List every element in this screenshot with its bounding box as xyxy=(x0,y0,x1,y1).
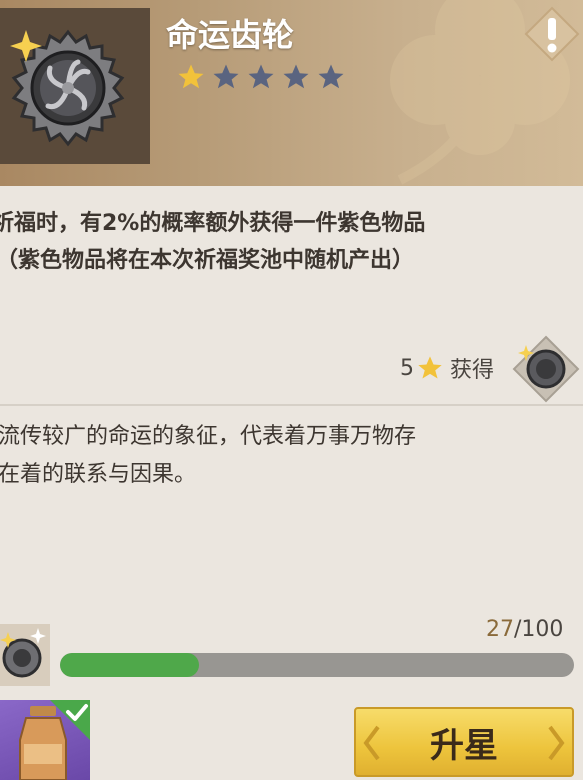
star-filled-icon xyxy=(178,64,204,89)
lore-line-2: 在着的联系与因果。 xyxy=(0,462,197,487)
star-progress-text: 27/100 xyxy=(486,617,563,642)
exclamation-icon[interactable] xyxy=(522,4,582,64)
star-empty-icon xyxy=(213,64,239,89)
star-empty-icon xyxy=(318,64,344,89)
progress-bar xyxy=(60,653,574,677)
upgrade-star-button[interactable]: 升星 xyxy=(354,707,574,777)
item-name: 命运齿轮 xyxy=(166,16,295,54)
obtain-label: 获得 xyxy=(450,358,495,383)
star-icon xyxy=(418,356,442,379)
item-header: 命运齿轮 xyxy=(0,0,583,186)
obtain-requirement: 5 获得 xyxy=(400,348,494,388)
star-empty-icon xyxy=(283,64,309,89)
sparkle-star-icon xyxy=(10,30,42,62)
obtain-star-count: 5 xyxy=(400,355,414,381)
lore-line-1: 流传较广的命运的象征，代表着万事万物存 xyxy=(0,424,417,449)
chevron-left-icon xyxy=(363,725,380,761)
item-icon-frame xyxy=(0,8,150,164)
gear-badge-icon xyxy=(512,335,580,403)
chevron-right-icon xyxy=(548,725,565,761)
progress-max: 100 xyxy=(521,617,564,642)
lore-text: 流传较广的命运的象征，代表着万事万物存 在着的联系与因果。 xyxy=(0,418,581,494)
upgrade-button-label: 升星 xyxy=(430,725,498,766)
gear-icon xyxy=(0,628,46,678)
progress-current: 27 xyxy=(486,617,514,642)
effect-line-1: 祈福时，有2%的概率额外获得一件紫色物品 xyxy=(0,211,426,236)
checkmark-icon xyxy=(50,700,90,740)
effect-description: 祈福时，有2%的概率额外获得一件紫色物品 （紫色物品将在本次祈福奖池中随机产出） xyxy=(0,205,583,279)
section-divider xyxy=(0,404,583,406)
star-empty-icon xyxy=(248,64,274,89)
effect-line-2: （紫色物品将在本次祈福奖池中随机产出） xyxy=(0,248,415,273)
rarity-stars xyxy=(176,62,346,92)
upgrade-material-icon xyxy=(0,624,50,686)
progress-bar-fill xyxy=(60,653,199,677)
